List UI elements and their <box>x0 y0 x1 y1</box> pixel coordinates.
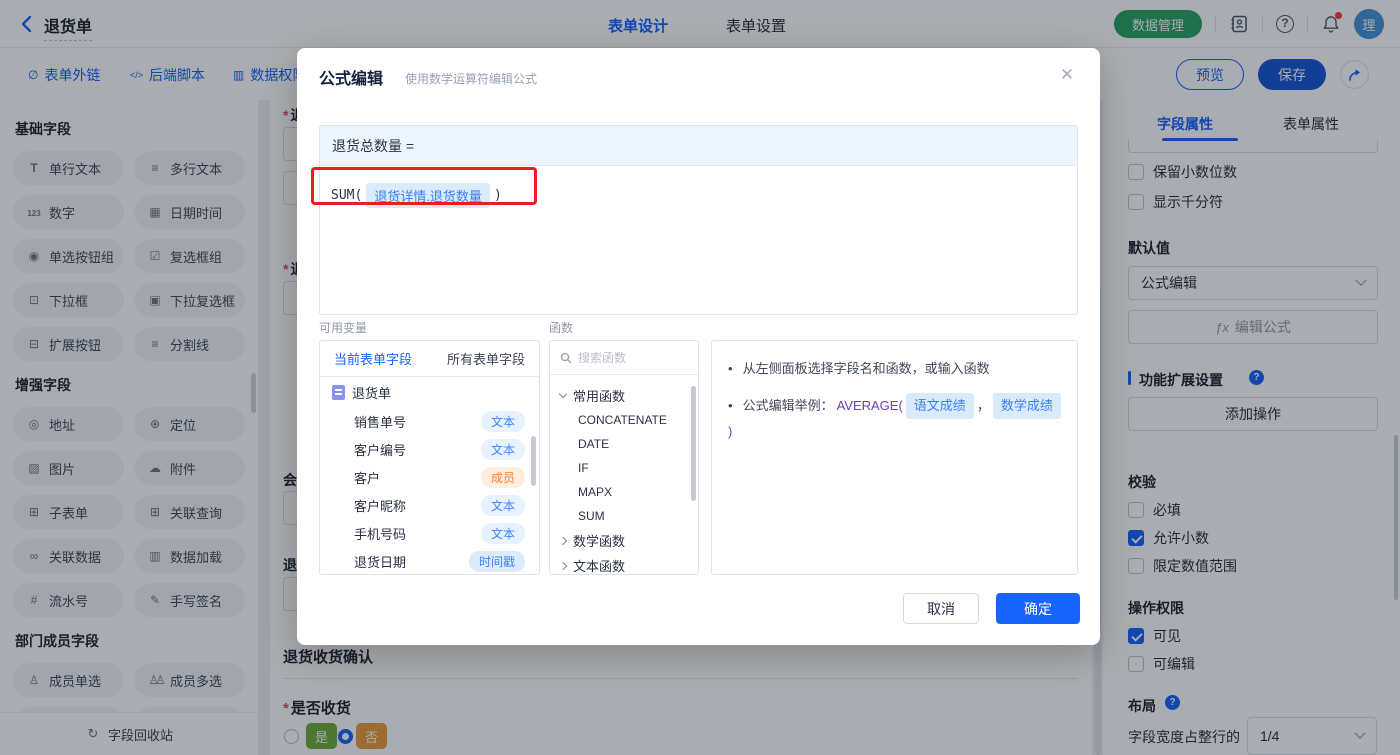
variables-panel: 当前表单字段 所有表单字段 退货单 销售单号 文本 客户编号 文本 客户 成员 … <box>319 340 540 575</box>
chevron-down-icon <box>558 389 568 399</box>
formula-edit-modal: 公式编辑 使用数学运算符编辑公式 ✕ 退货总数量 = SUM( 退货详情.退货数… <box>297 48 1100 645</box>
formula-field-pill[interactable]: 退货详情.退货数量 <box>366 183 490 208</box>
example-function-name: AVERAGE( <box>836 398 903 413</box>
help-line-2: 公式编辑举例： AVERAGE( 语文成绩 ， 数学成绩 ) <box>728 393 1061 442</box>
type-tag: 文本 <box>480 494 525 516</box>
group-math-functions[interactable]: 数学函数 <box>550 528 698 553</box>
formula-function-name: SUM( <box>331 188 363 203</box>
chevron-right-icon <box>558 561 568 570</box>
help-line-1: 从左侧面板选择字段名和函数，或输入函数 <box>728 359 1061 379</box>
variables-label: 可用变量 <box>319 321 368 335</box>
tab-all-form-fields[interactable]: 所有表单字段 <box>447 349 525 368</box>
function-item[interactable]: IF <box>550 456 698 480</box>
chevron-right-icon <box>558 536 568 545</box>
variable-row[interactable]: 手机号码 文本 <box>320 519 539 547</box>
confirm-button[interactable]: 确定 <box>996 593 1080 624</box>
function-item[interactable]: MAPX <box>550 480 698 504</box>
type-tag: 文本 <box>480 438 525 460</box>
functions-panel: 常用函数 CONCATENATE DATE IF MAPX SUM 数学函数 文… <box>549 340 699 575</box>
form-doc-icon <box>332 384 345 400</box>
functions-label: 函数 <box>549 321 574 335</box>
variables-root-node[interactable]: 退货单 <box>320 377 539 407</box>
tab-current-form-fields[interactable]: 当前表单字段 <box>334 349 412 368</box>
close-icon[interactable]: ✕ <box>1057 65 1077 85</box>
variable-row[interactable]: 销售单号 文本 <box>320 407 539 435</box>
group-text-functions[interactable]: 文本函数 <box>550 553 698 574</box>
modal-title: 公式编辑 <box>319 71 384 88</box>
search-icon <box>560 352 572 363</box>
formula-help-panel: 从左侧面板选择字段名和函数，或输入函数 公式编辑举例： AVERAGE( 语文成… <box>711 340 1078 575</box>
variable-row[interactable]: 客户 成员 <box>320 463 539 491</box>
function-item[interactable]: DATE <box>550 432 698 456</box>
variables-scrollbar[interactable] <box>531 436 536 486</box>
formula-close-paren: ) <box>493 188 502 203</box>
function-item[interactable]: SUM <box>550 504 698 528</box>
type-tag: 时间戳 <box>468 550 525 572</box>
function-search[interactable] <box>550 341 698 375</box>
type-tag: 成员 <box>480 466 525 488</box>
formula-editor[interactable]: 退货总数量 = <box>319 125 1078 315</box>
variable-row[interactable]: 客户编号 文本 <box>320 435 539 463</box>
formula-expression[interactable]: SUM( 退货详情.退货数量 ) <box>331 183 502 208</box>
function-item[interactable]: CONCATENATE <box>550 408 698 432</box>
example-field-pill: 语文成绩 <box>905 393 974 419</box>
formula-target-bar: 退货总数量 = <box>320 126 1077 166</box>
variable-row[interactable]: 客户昵称 文本 <box>320 491 539 519</box>
example-field-pill: 数学成绩 <box>992 393 1061 419</box>
type-tag: 文本 <box>480 522 525 544</box>
function-search-input[interactable] <box>578 350 678 365</box>
functions-scrollbar[interactable] <box>691 386 696 501</box>
example-close-paren: ) <box>728 424 733 439</box>
type-tag: 文本 <box>480 410 525 432</box>
group-common-functions[interactable]: 常用函数 <box>550 383 698 408</box>
variable-row[interactable]: 退货日期 时间戳 <box>320 547 539 574</box>
cancel-button[interactable]: 取消 <box>903 593 979 624</box>
modal-subtitle: 使用数学运算符编辑公式 <box>405 72 538 86</box>
